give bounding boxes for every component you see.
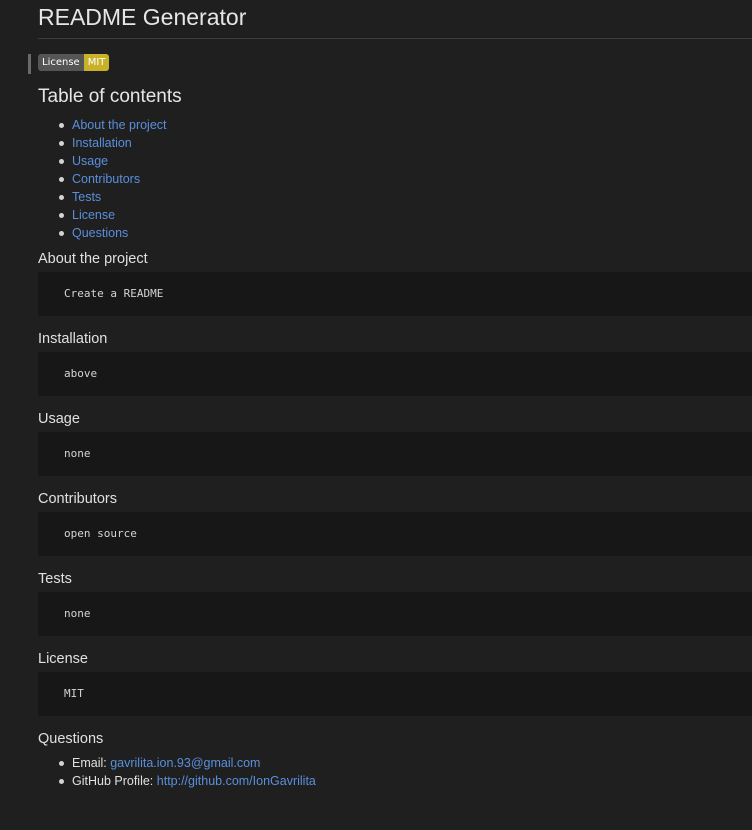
toc-item: Contributors (56, 170, 167, 188)
bullet-icon (59, 123, 64, 128)
section-title-usage: Usage (38, 411, 80, 427)
bullet-icon (59, 141, 64, 146)
toc-item: License (56, 206, 167, 224)
bullet-icon (59, 779, 64, 784)
badge-label: License (38, 54, 84, 71)
section-title-tests: Tests (38, 571, 72, 587)
bullet-icon (59, 231, 64, 236)
blockquote-bar (28, 54, 31, 74)
toc-link-installation[interactable]: Installation (72, 136, 132, 150)
github-label: GitHub Profile: (72, 774, 154, 788)
toc-link-tests[interactable]: Tests (72, 190, 101, 204)
section-title-questions: Questions (38, 731, 104, 747)
email-link[interactable]: gavrilita.ion.93@gmail.com (110, 756, 260, 770)
toc-item: Usage (56, 152, 167, 170)
toc-item: About the project (56, 116, 167, 134)
list-item-github: GitHub Profile: http://github.com/IonGav… (56, 772, 316, 790)
title-divider (38, 38, 752, 39)
list-item-email: Email: gavrilita.ion.93@gmail.com (56, 754, 316, 772)
toc-link-usage[interactable]: Usage (72, 154, 108, 168)
code-block-contributors: open source (38, 512, 752, 556)
bullet-icon (59, 213, 64, 218)
toc-item: Questions (56, 224, 167, 242)
toc-heading: Table of contents (38, 86, 182, 107)
email-label: Email: (72, 756, 107, 770)
bullet-icon (59, 159, 64, 164)
page-title: README Generator (38, 4, 247, 30)
toc-link-questions[interactable]: Questions (72, 226, 128, 240)
toc-item: Installation (56, 134, 167, 152)
code-block-tests: none (38, 592, 752, 636)
badge-value: MIT (83, 54, 110, 71)
code-block-license: MIT (38, 672, 752, 716)
toc-link-license[interactable]: License (72, 208, 115, 222)
bullet-icon (59, 195, 64, 200)
questions-list: Email: gavrilita.ion.93@gmail.com GitHub… (56, 754, 316, 790)
section-title-contributors: Contributors (38, 491, 117, 507)
toc-link-contributors[interactable]: Contributors (72, 172, 140, 186)
license-badge: License MIT (38, 54, 110, 71)
toc-list: About the project Installation Usage Con… (56, 116, 167, 242)
github-link[interactable]: http://github.com/IonGavrilita (157, 774, 316, 788)
bullet-icon (59, 761, 64, 766)
toc-item: Tests (56, 188, 167, 206)
code-block-usage: none (38, 432, 752, 476)
toc-link-about[interactable]: About the project (72, 118, 167, 132)
section-title-installation: Installation (38, 331, 108, 347)
bullet-icon (59, 177, 64, 182)
code-block-about: Create a README (38, 272, 752, 316)
section-title-about: About the project (38, 251, 148, 267)
section-title-license: License (38, 651, 88, 667)
markdown-preview: README Generator License MIT Table of co… (0, 0, 752, 830)
code-block-installation: above (38, 352, 752, 396)
